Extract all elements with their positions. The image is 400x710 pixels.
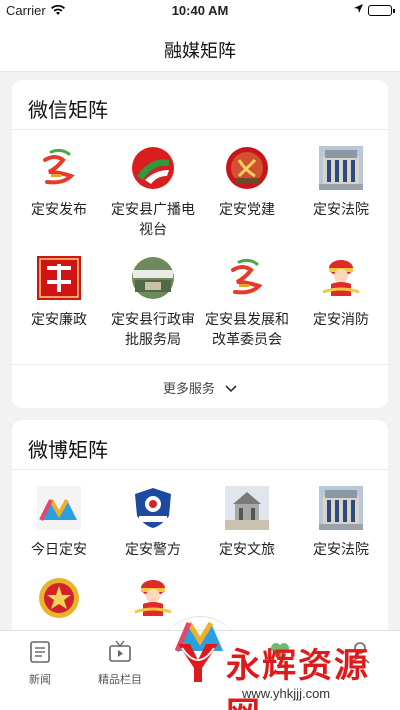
watermark: 永辉资源网 www.yhkjjj.com (170, 634, 400, 710)
admin-approval-logo-icon (131, 256, 175, 300)
tab-label: 新闻 (29, 673, 51, 686)
battery-icon (368, 5, 395, 16)
court-building-icon (319, 146, 363, 190)
wechat-item-label: 定安党建 (219, 202, 275, 218)
status-bar: Carrier 10:40 AM (0, 0, 400, 22)
dingan-logo-icon (37, 146, 81, 190)
nav-bar: 融媒矩阵 (0, 22, 400, 72)
weibo-item-label: 定安警方 (125, 542, 181, 558)
party-emblem-icon (225, 146, 269, 190)
wechat-matrix-card: 微信矩阵 定安发布 定安县广播电视台 定安党建 定安法院 定安廉政 定安县行政审… (12, 80, 388, 408)
anti-corruption-logo-icon (37, 256, 81, 300)
court-building-icon (319, 486, 363, 530)
wechat-item-label: 定安县行政审批服务局 (111, 312, 195, 348)
more-services-button[interactable]: 更多服务 (12, 378, 388, 397)
location-arrow-icon (353, 3, 364, 18)
tourism-photo-icon (225, 486, 269, 530)
today-dingan-logo-icon (37, 486, 81, 530)
police-badge-icon (131, 486, 175, 530)
weibo-item-label: 定安文旅 (219, 542, 275, 558)
wechat-item-label: 定安县广播电视台 (111, 202, 195, 238)
watermark-logo-icon (174, 638, 222, 690)
tab-label: 精品栏目 (98, 673, 142, 686)
tv-program-icon (107, 639, 133, 665)
tv-station-logo-icon (131, 146, 175, 190)
section-title-wechat: 微信矩阵 (28, 98, 108, 122)
watermark-url: www.yhkjjj.com (242, 686, 331, 701)
more-services-label: 更多服务 (162, 382, 215, 397)
page-title: 融媒矩阵 (164, 41, 236, 62)
weibo-item-label: 定安法院 (313, 542, 369, 558)
divider (12, 364, 388, 365)
clock: 10:40 AM (171, 3, 229, 18)
wechat-item-label: 定安消防 (313, 312, 369, 328)
firefighter-mascot-icon (319, 256, 363, 300)
firefighter-mascot-icon (131, 576, 175, 620)
chevron-down-icon (225, 382, 237, 397)
wechat-item-label: 定安法院 (313, 202, 369, 218)
tab-news[interactable]: 新闻 (0, 639, 80, 687)
wechat-item-label: 定安廉政 (31, 312, 87, 328)
news-icon (27, 639, 53, 665)
divider (12, 129, 388, 130)
section-title-weibo: 微博矩阵 (28, 438, 108, 462)
wechat-item-label: 定安发布 (31, 202, 87, 218)
wechat-item-label: 定安县发展和改革委员会 (205, 312, 289, 348)
divider (12, 469, 388, 470)
weibo-item-label: 今日定安 (31, 542, 87, 558)
dingan-logo-icon (225, 256, 269, 300)
tab-featured-programs[interactable]: 精品栏目 (80, 639, 160, 687)
youth-league-emblem-icon (37, 576, 81, 620)
